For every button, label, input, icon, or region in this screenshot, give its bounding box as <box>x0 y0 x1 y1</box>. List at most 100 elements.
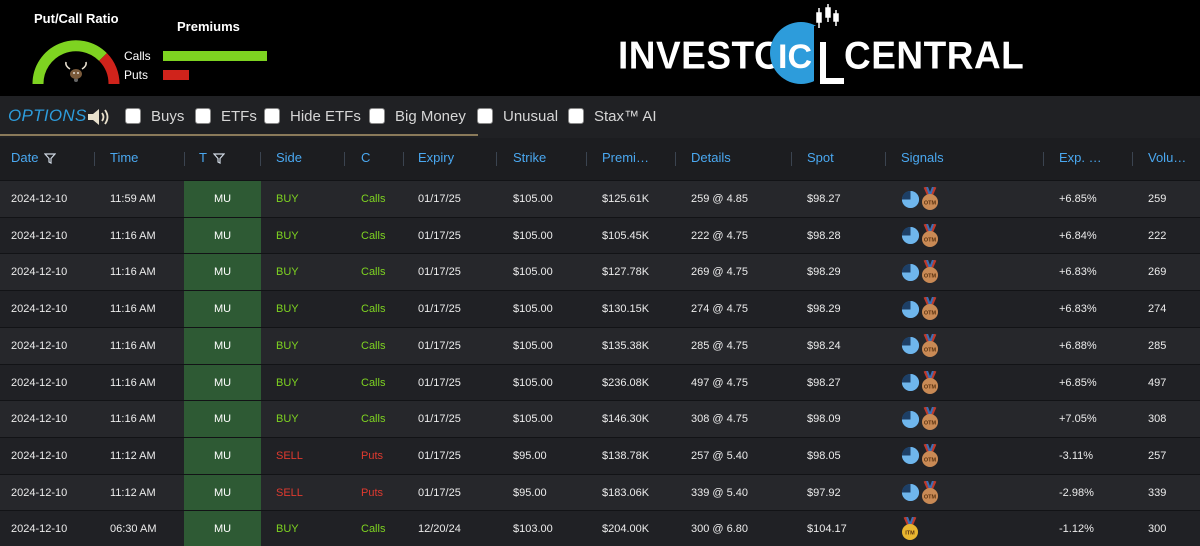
pie-chart-icon <box>901 373 920 392</box>
filter-buys[interactable]: Buys <box>125 107 184 125</box>
svg-text:OTM: OTM <box>924 457 937 463</box>
cell-expiry: 01/17/25 <box>418 413 461 426</box>
otm-medal-icon: OTM <box>922 480 938 504</box>
column-header-time[interactable]: Time <box>110 150 138 165</box>
table-row[interactable]: 2024-12-10 11:16 AM BUY Calls 01/17/25 $105.0… <box>0 216 1200 254</box>
column-separator[interactable] <box>94 152 95 166</box>
column-separator[interactable] <box>1132 152 1133 166</box>
cell-side: BUY <box>276 339 299 352</box>
filter-unusual[interactable]: Unusual <box>477 107 558 125</box>
column-header-premium[interactable]: Premi… <box>602 150 649 165</box>
column-header-signals[interactable]: Signals <box>901 150 944 165</box>
cell-side: SELL <box>276 449 303 462</box>
otm-medal-icon: OTM <box>922 407 938 431</box>
cell-volume: 339 <box>1148 486 1167 499</box>
pie-chart-icon <box>901 300 920 318</box>
filter-stax-ai[interactable]: Stax™ AI <box>568 107 657 125</box>
cell-spot: $104.17 <box>807 523 847 536</box>
table-row[interactable]: 2024-12-10 11:59 AM BUY Calls 01/17/25 $105.0… <box>0 180 1200 217</box>
cell-side: BUY <box>276 303 299 316</box>
column-separator[interactable] <box>184 152 185 166</box>
cell-exp: -3.11% <box>1059 449 1094 462</box>
ticker-badge[interactable]: MU <box>184 291 261 328</box>
column-header-volume[interactable]: Volu… <box>1148 150 1186 165</box>
ticker-badge[interactable]: MU <box>184 511 261 546</box>
signals-cell: ITM <box>901 517 919 541</box>
column-header-date[interactable]: Date <box>11 150 57 165</box>
signals-cell: OTM <box>901 333 939 358</box>
cell-date: 2024-12-10 <box>11 376 68 389</box>
unusual-checkbox[interactable] <box>477 108 493 124</box>
column-separator[interactable] <box>344 152 345 166</box>
column-header-side[interactable]: Side <box>276 150 302 165</box>
filter-big-money[interactable]: Big Money <box>369 107 466 125</box>
table-row[interactable]: 2024-12-10 11:16 AM BUY Calls 01/17/25 $105.0… <box>0 253 1200 291</box>
table-row[interactable]: 2024-12-10 11:16 AM BUY Calls 01/17/25 $105.0… <box>0 326 1200 364</box>
filter-etfs[interactable]: ETFs <box>195 107 257 125</box>
filter-hide-etfs[interactable]: Hide ETFs <box>264 107 361 125</box>
column-header-details[interactable]: Details <box>691 150 731 165</box>
column-header-cp[interactable]: C <box>361 150 370 165</box>
ticker-badge[interactable]: MU <box>184 364 261 401</box>
big-money-checkbox[interactable] <box>369 108 385 124</box>
column-separator[interactable] <box>791 152 792 166</box>
cell-cp: Calls <box>361 229 386 242</box>
column-header-strike[interactable]: Strike <box>513 150 546 165</box>
investor-central-logo: INVESTOR IC CENTRAL <box>618 4 1024 90</box>
ticker-badge[interactable]: MU <box>184 401 261 438</box>
buys-checkbox[interactable] <box>125 108 141 124</box>
svg-text:OTM: OTM <box>924 201 937 207</box>
column-header-ticker[interactable]: T <box>199 150 225 165</box>
ticker-badge[interactable]: MU <box>184 474 261 511</box>
filter-icon[interactable] <box>212 153 225 165</box>
pie-chart-icon <box>901 227 920 245</box>
cell-expiry: 12/20/24 <box>418 523 461 536</box>
table-row[interactable]: 2024-12-10 11:12 AM SELL Puts 01/17/25 $95.00… <box>0 473 1200 511</box>
otm-medal-icon: OTM <box>922 223 938 247</box>
cell-date: 2024-12-10 <box>11 193 68 205</box>
table-row[interactable]: 2024-12-10 06:30 AM BUY Calls 12/20/24 $103.0… <box>0 510 1200 546</box>
column-separator[interactable] <box>586 152 587 166</box>
svg-text:OTM: OTM <box>924 311 937 317</box>
premiums-title: Premiums <box>177 19 240 34</box>
table-row[interactable]: 2024-12-10 11:12 AM SELL Puts 01/17/25 $95.00… <box>0 436 1200 474</box>
ticker-badge[interactable]: MU <box>184 254 261 291</box>
column-separator[interactable] <box>496 152 497 166</box>
pie-chart-icon <box>901 447 920 465</box>
column-header-spot[interactable]: Spot <box>807 150 834 165</box>
column-separator[interactable] <box>675 152 676 166</box>
cell-spot: $98.09 <box>807 413 841 426</box>
otm-medal-icon: OTM <box>922 260 938 284</box>
otm-medal-icon: OTM <box>922 333 938 357</box>
cell-spot: $98.29 <box>807 266 841 279</box>
speaker-icon[interactable] <box>86 107 112 127</box>
cell-details: 285 @ 4.75 <box>691 339 749 352</box>
etfs-checkbox[interactable] <box>195 108 211 124</box>
stax-ai-checkbox[interactable] <box>568 108 584 124</box>
table-row[interactable]: 2024-12-10 11:16 AM BUY Calls 01/17/25 $105.0… <box>0 290 1200 328</box>
column-separator[interactable] <box>1043 152 1044 166</box>
cell-spot: $98.24 <box>807 339 841 352</box>
column-header-exp[interactable]: Exp. … <box>1059 150 1102 165</box>
cell-expiry: 01/17/25 <box>418 449 461 462</box>
signals-cell: OTM <box>901 297 939 321</box>
table-row[interactable]: 2024-12-10 11:16 AM BUY Calls 01/17/25 $105.0… <box>0 363 1200 401</box>
ticker-badge[interactable]: MU <box>184 437 261 474</box>
cell-premium: $135.38K <box>602 339 650 352</box>
hide-etfs-checkbox[interactable] <box>264 108 280 124</box>
column-separator[interactable] <box>885 152 886 166</box>
table-row[interactable]: 2024-12-10 11:16 AM BUY Calls 01/17/25 $105.0… <box>0 400 1200 438</box>
ticker-badge[interactable]: MU <box>184 217 261 254</box>
column-separator[interactable] <box>403 152 404 166</box>
signals-cell: OTM <box>901 480 939 505</box>
cell-strike: $105.00 <box>513 339 553 352</box>
column-header-expiry[interactable]: Expiry <box>418 150 454 165</box>
column-separator[interactable] <box>260 152 261 166</box>
ticker-badge[interactable]: MU <box>184 327 261 364</box>
cell-expiry: 01/17/25 <box>418 376 461 389</box>
cell-cp: Puts <box>361 486 384 499</box>
put-call-gauge <box>32 40 120 85</box>
cell-side: BUY <box>276 266 299 279</box>
filter-icon[interactable] <box>44 153 57 165</box>
ticker-badge[interactable]: MU <box>184 181 261 217</box>
